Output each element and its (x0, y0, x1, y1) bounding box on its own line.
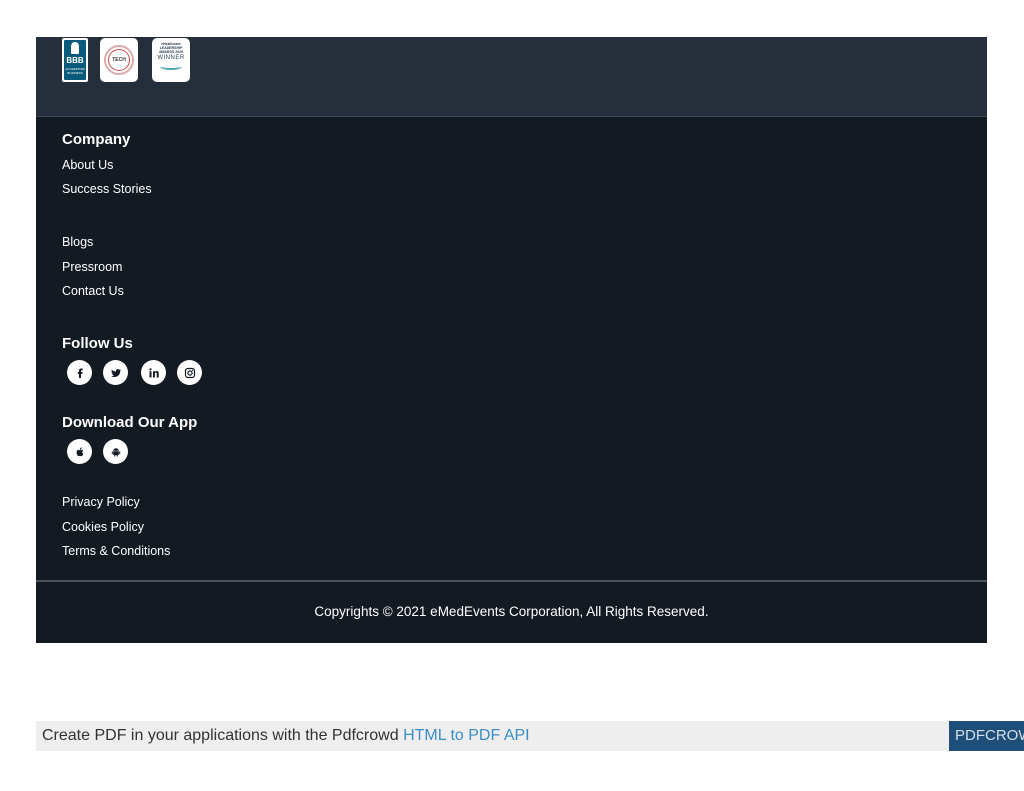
pdfcrowd-logo[interactable]: PDFCROWD (949, 721, 1024, 751)
footer-link-pressroom[interactable]: Pressroom (62, 260, 122, 274)
twitter-button[interactable] (103, 360, 128, 385)
facebook-button[interactable] (67, 360, 92, 385)
footer-link-cookies-policy[interactable]: Cookies Policy (62, 520, 144, 534)
tech-seal-icon: TECH (104, 45, 134, 75)
follow-us-heading: Follow Us (62, 335, 133, 352)
site-footer: BBB ACCREDITED BUSINESS TECH eHealthcare… (36, 37, 987, 643)
copyright-bar: Copyrights © 2021 eMedEvents Corporation… (36, 580, 987, 643)
bbb-badge[interactable]: BBB ACCREDITED BUSINESS (62, 38, 88, 82)
bbb-label: BBB (66, 56, 84, 65)
footer-divider (36, 580, 987, 582)
ehealthcare-award-badge[interactable]: eHealthcare LEADERSHIP AWARDS 2020 WINNE… (152, 38, 190, 82)
footer-link-privacy-policy[interactable]: Privacy Policy (62, 495, 140, 509)
copyright-text: Copyrights © 2021 eMedEvents Corporation… (314, 604, 709, 619)
award-line-3: AWARDS 2020 (158, 50, 184, 54)
play-store-button[interactable] (103, 439, 128, 464)
bbb-logo: BBB ACCREDITED BUSINESS (64, 40, 86, 80)
footer-link-contact-us[interactable]: Contact Us (62, 284, 124, 298)
download-app-heading: Download Our App (62, 414, 198, 431)
linkedin-icon (148, 367, 159, 377)
pdfcrowd-banner: Create PDF in your applications with the… (36, 721, 1024, 751)
instagram-button[interactable] (177, 360, 202, 385)
pdfcrowd-message: Create PDF in your applications with the… (42, 727, 530, 745)
linkedin-button[interactable] (141, 360, 166, 385)
instagram-icon (184, 367, 195, 378)
award-winner-label: WINNER (157, 55, 185, 61)
bbb-sub-label: ACCREDITED BUSINESS (65, 67, 85, 75)
tech-award-badge[interactable]: TECH (100, 38, 138, 82)
company-heading: Company (62, 131, 131, 148)
pdfcrowd-prefix: Create PDF in your applications with the… (42, 727, 404, 744)
footer-link-blogs[interactable]: Blogs (62, 235, 93, 249)
tech-label: TECH (108, 49, 130, 71)
company-heading-wrap: Company (62, 131, 130, 148)
footer-link-about-us[interactable]: About Us (62, 158, 113, 172)
footer-links-section: Company About Us Success Stories Blogs P… (36, 117, 987, 582)
apple-icon (76, 446, 83, 456)
twitter-icon (110, 368, 121, 377)
laurel-icon (160, 63, 182, 70)
app-store-button[interactable] (67, 439, 92, 464)
pdfcrowd-api-link[interactable]: HTML to PDF API (403, 727, 530, 744)
footer-link-terms-conditions[interactable]: Terms & Conditions (62, 544, 170, 558)
android-icon (111, 447, 120, 457)
accreditation-badges: BBB ACCREDITED BUSINESS TECH eHealthcare… (36, 37, 987, 117)
bbb-torch-icon (71, 42, 79, 54)
facebook-icon (77, 368, 83, 378)
footer-link-success-stories[interactable]: Success Stories (62, 182, 152, 196)
